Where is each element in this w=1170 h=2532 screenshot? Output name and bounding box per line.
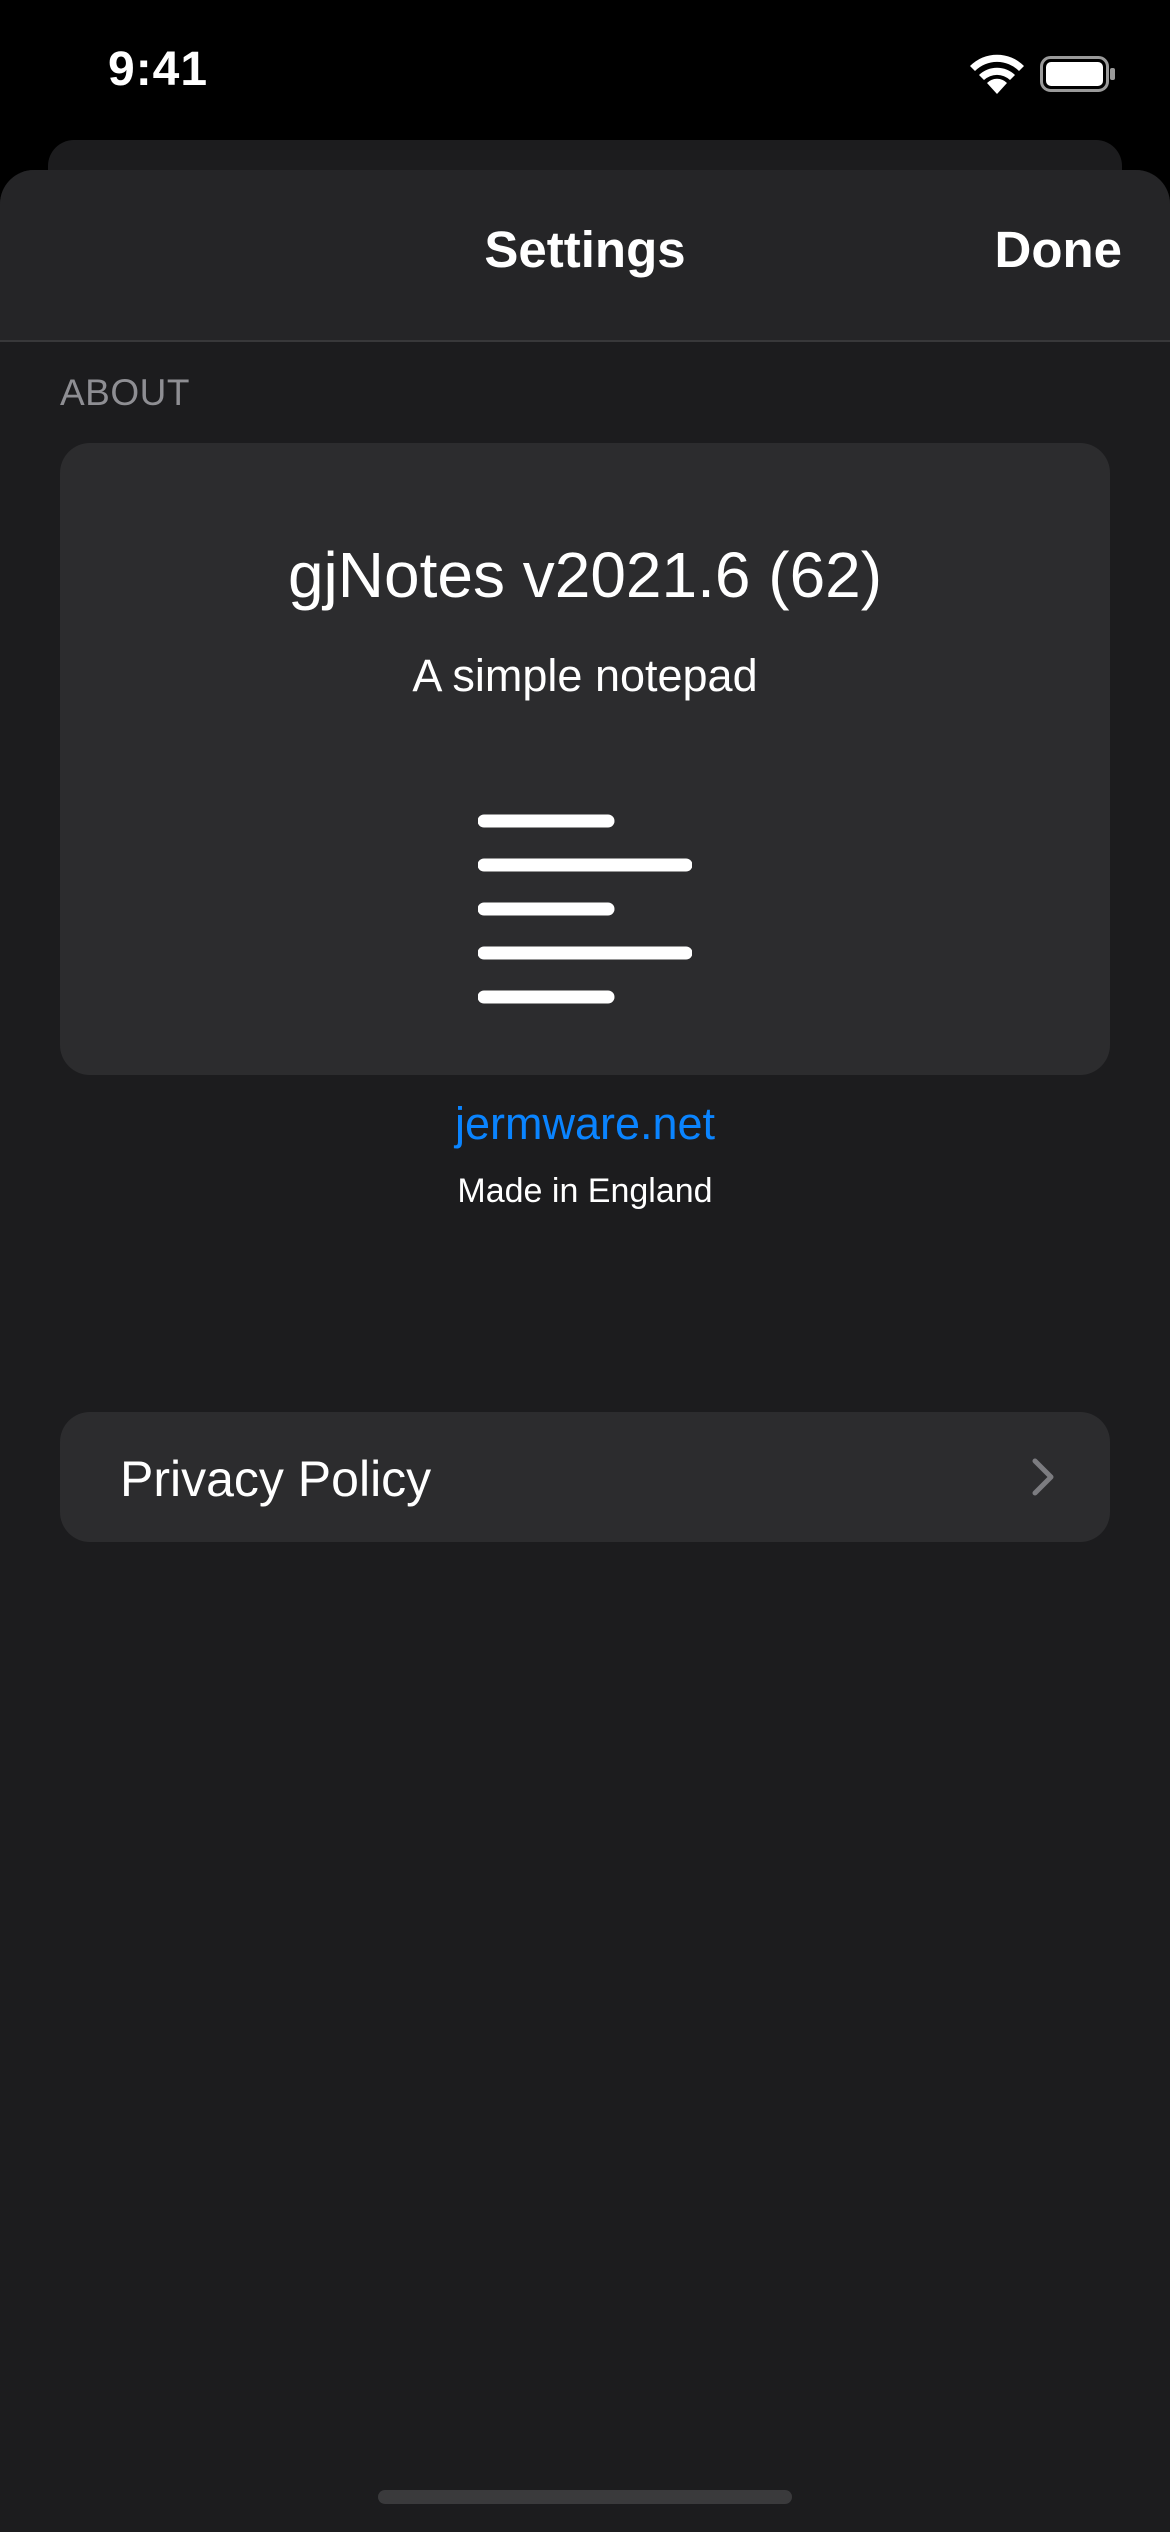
battery-icon [1040, 56, 1115, 92]
privacy-policy-row[interactable]: Privacy Policy [60, 1412, 1110, 1542]
about-card: gjNotes v2021.6 (62) A simple notepad je… [60, 443, 1110, 1210]
made-in-label: Made in England [457, 1172, 713, 1210]
settings-sheet: Settings Done ABOUT gjNotes v2021.6 (62)… [0, 170, 1170, 2532]
status-bar: 9:41 [0, 0, 1170, 150]
app-subtitle: A simple notepad [412, 650, 758, 701]
app-title: gjNotes v2021.6 (62) [287, 539, 883, 611]
done-button[interactable]: Done [995, 220, 1123, 279]
section-header-about: ABOUT [60, 372, 190, 413]
notes-lines-icon [478, 814, 692, 1004]
chevron-right-icon [1032, 1458, 1054, 1496]
status-time: 9:41 [108, 43, 209, 96]
wifi-icon [970, 54, 1024, 94]
website-link[interactable]: jermware.net [60, 1098, 1110, 1150]
nav-bar: Settings Done [0, 170, 1170, 342]
home-indicator [378, 2490, 792, 2504]
privacy-policy-label: Privacy Policy [120, 1451, 432, 1507]
